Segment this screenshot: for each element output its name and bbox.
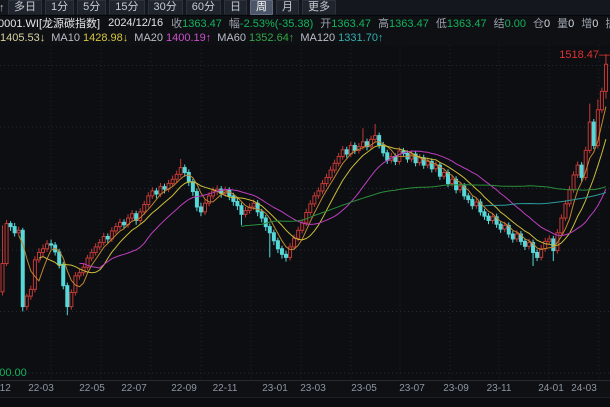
quote-date: 2024/12/16 — [108, 17, 163, 29]
tab-30min[interactable]: 30分 — [148, 0, 183, 15]
tab-month[interactable]: 月 — [276, 0, 299, 15]
quote-field: 增0 — [581, 16, 598, 30]
tab-60min[interactable]: 60分 — [186, 0, 221, 15]
quote-field: 开1363.47 — [320, 16, 371, 30]
date-tick: 22-09 — [171, 383, 197, 394]
ma-legend-item: MA601352.64↑ — [217, 32, 294, 44]
period-toolbar: ↑ 多日1分5分15分 30分60分日周月更多 — [0, 0, 610, 16]
date-tick: 23-03 — [300, 383, 326, 394]
high-price-marker: 1518.47— — [559, 49, 610, 61]
tab-more[interactable]: 更多 — [302, 0, 336, 15]
quote-field: 量0 — [557, 16, 574, 30]
date-tick: 23-05 — [351, 383, 377, 394]
date-tick: 22-07 — [121, 383, 147, 394]
quote-field: 收1363.47 — [171, 16, 222, 30]
tab-multi-day[interactable]: 多日 — [8, 0, 42, 15]
ma-legend-item: MA1201331.70↑ — [300, 32, 383, 44]
min-price-label: 1000.00 — [0, 367, 27, 379]
date-axis: 21-12 22-03 22-05 22-07 22-09 22-11 23-01 23-03… — [0, 380, 610, 398]
date-tick: 24-01 — [538, 383, 564, 394]
ma-legend-item: 1405.53↓ — [0, 32, 45, 44]
tab-day[interactable]: 日 — [224, 0, 247, 15]
quote-header: 0001.WI[龙源碳指数] 2024/12/16 收1363.47 幅-2.53… — [0, 16, 610, 30]
quote-field: 结0.00 — [494, 16, 526, 30]
date-tick: 22-05 — [79, 383, 105, 394]
quote-field: 低1363.47 — [436, 16, 487, 30]
tab-15min[interactable]: 15分 — [109, 0, 144, 15]
date-tick: 23-09 — [443, 383, 469, 394]
date-tick: 22-11 — [213, 383, 238, 394]
date-tick: 24-03 — [571, 383, 597, 394]
tab-5min[interactable]: 5分 — [77, 0, 106, 15]
instrument-name[interactable]: 0001.WI[龙源碳指数] — [0, 16, 100, 30]
date-tick: 23-01 — [262, 383, 288, 394]
clipped-toolbar-icon: ↑ — [0, 2, 4, 14]
quote-field: 高1363.47 — [378, 16, 429, 30]
tab-1min[interactable]: 1分 — [45, 0, 74, 15]
quote-field: 仓0 — [533, 16, 550, 30]
date-tick: 23-07 — [399, 383, 425, 394]
date-tick: 22-03 — [28, 383, 54, 394]
date-tick: 23-11 — [487, 383, 512, 394]
stock-chart-app: ↑ 多日1分5分15分 30分60分日周月更多 0001.WI[龙源碳指数] 20… — [0, 0, 610, 407]
ma-legend-item: MA101428.98↓ — [51, 32, 128, 44]
quote-field: 幅-2.53%(-35.38) — [229, 16, 313, 30]
bottom-strip — [0, 397, 610, 407]
ma-legend: 1405.53↓ MA101428.98↓ MA201400.19↑ MA601352… — [0, 31, 610, 45]
chart-area[interactable]: 1518.47— 1000.00 — [0, 45, 610, 380]
date-tick: 21-12 — [0, 383, 11, 394]
quote-field: 振0.00% — [605, 16, 610, 30]
candlestick-chart[interactable]: 1518.47— 1000.00 — [0, 45, 610, 380]
period-tab-list: 多日1分5分15分 30分60分日周月更多 — [8, 0, 339, 15]
ma-line-ma20 — [80, 151, 606, 268]
tab-week[interactable]: 周 — [250, 0, 273, 15]
ma-line-ma10 — [39, 139, 606, 273]
ma-legend-item: MA201400.19↑ — [134, 32, 211, 44]
